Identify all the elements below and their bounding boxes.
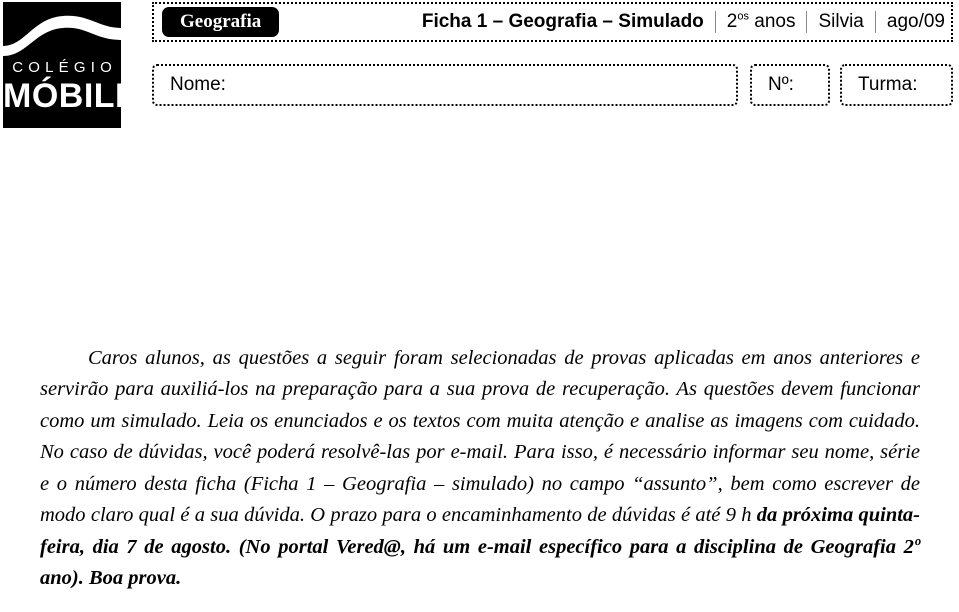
student-number-field[interactable]: Nº: [750,64,830,106]
title-separator-1 [714,11,716,33]
title-separator-3 [874,11,876,33]
student-class-field[interactable]: Turma: [840,64,953,106]
school-logo: COLÉGIO MÓBILE [3,2,121,128]
grade-number: 2 [726,11,738,32]
instructions-regular-text: Caros alunos, as questões a seguir foram… [40,346,920,527]
identification-row: Nome: Nº: Turma: [152,64,953,106]
instructions-paragraph: Caros alunos, as questões a seguir foram… [40,343,920,595]
logo-line-colegio: COLÉGIO [12,59,117,76]
grade-word: anos [748,11,796,32]
logo-line-mobile: MÓBILE [3,77,121,115]
teacher-name: Silvia [818,11,864,32]
worksheet-title: Ficha 1 – Geografia – Simulado [421,11,704,32]
header-title-box: Geografia Ficha 1 – Geografia – Simulado… [152,2,953,42]
subject-tag: Geografia [162,7,280,37]
header-title-text: Ficha 1 – Geografia – Simulado 2os anos … [406,4,945,40]
title-separator-2 [806,11,808,33]
grade-ordinal-suffix: os [737,10,749,23]
student-name-field[interactable]: Nome: [152,64,738,106]
wave-swoosh-icon [3,2,121,58]
worksheet-page: COLÉGIO MÓBILE Geografia Ficha 1 – Geogr… [0,0,959,612]
grade-label: 2os anos [727,4,796,40]
issue-date: ago/09 [886,11,945,32]
